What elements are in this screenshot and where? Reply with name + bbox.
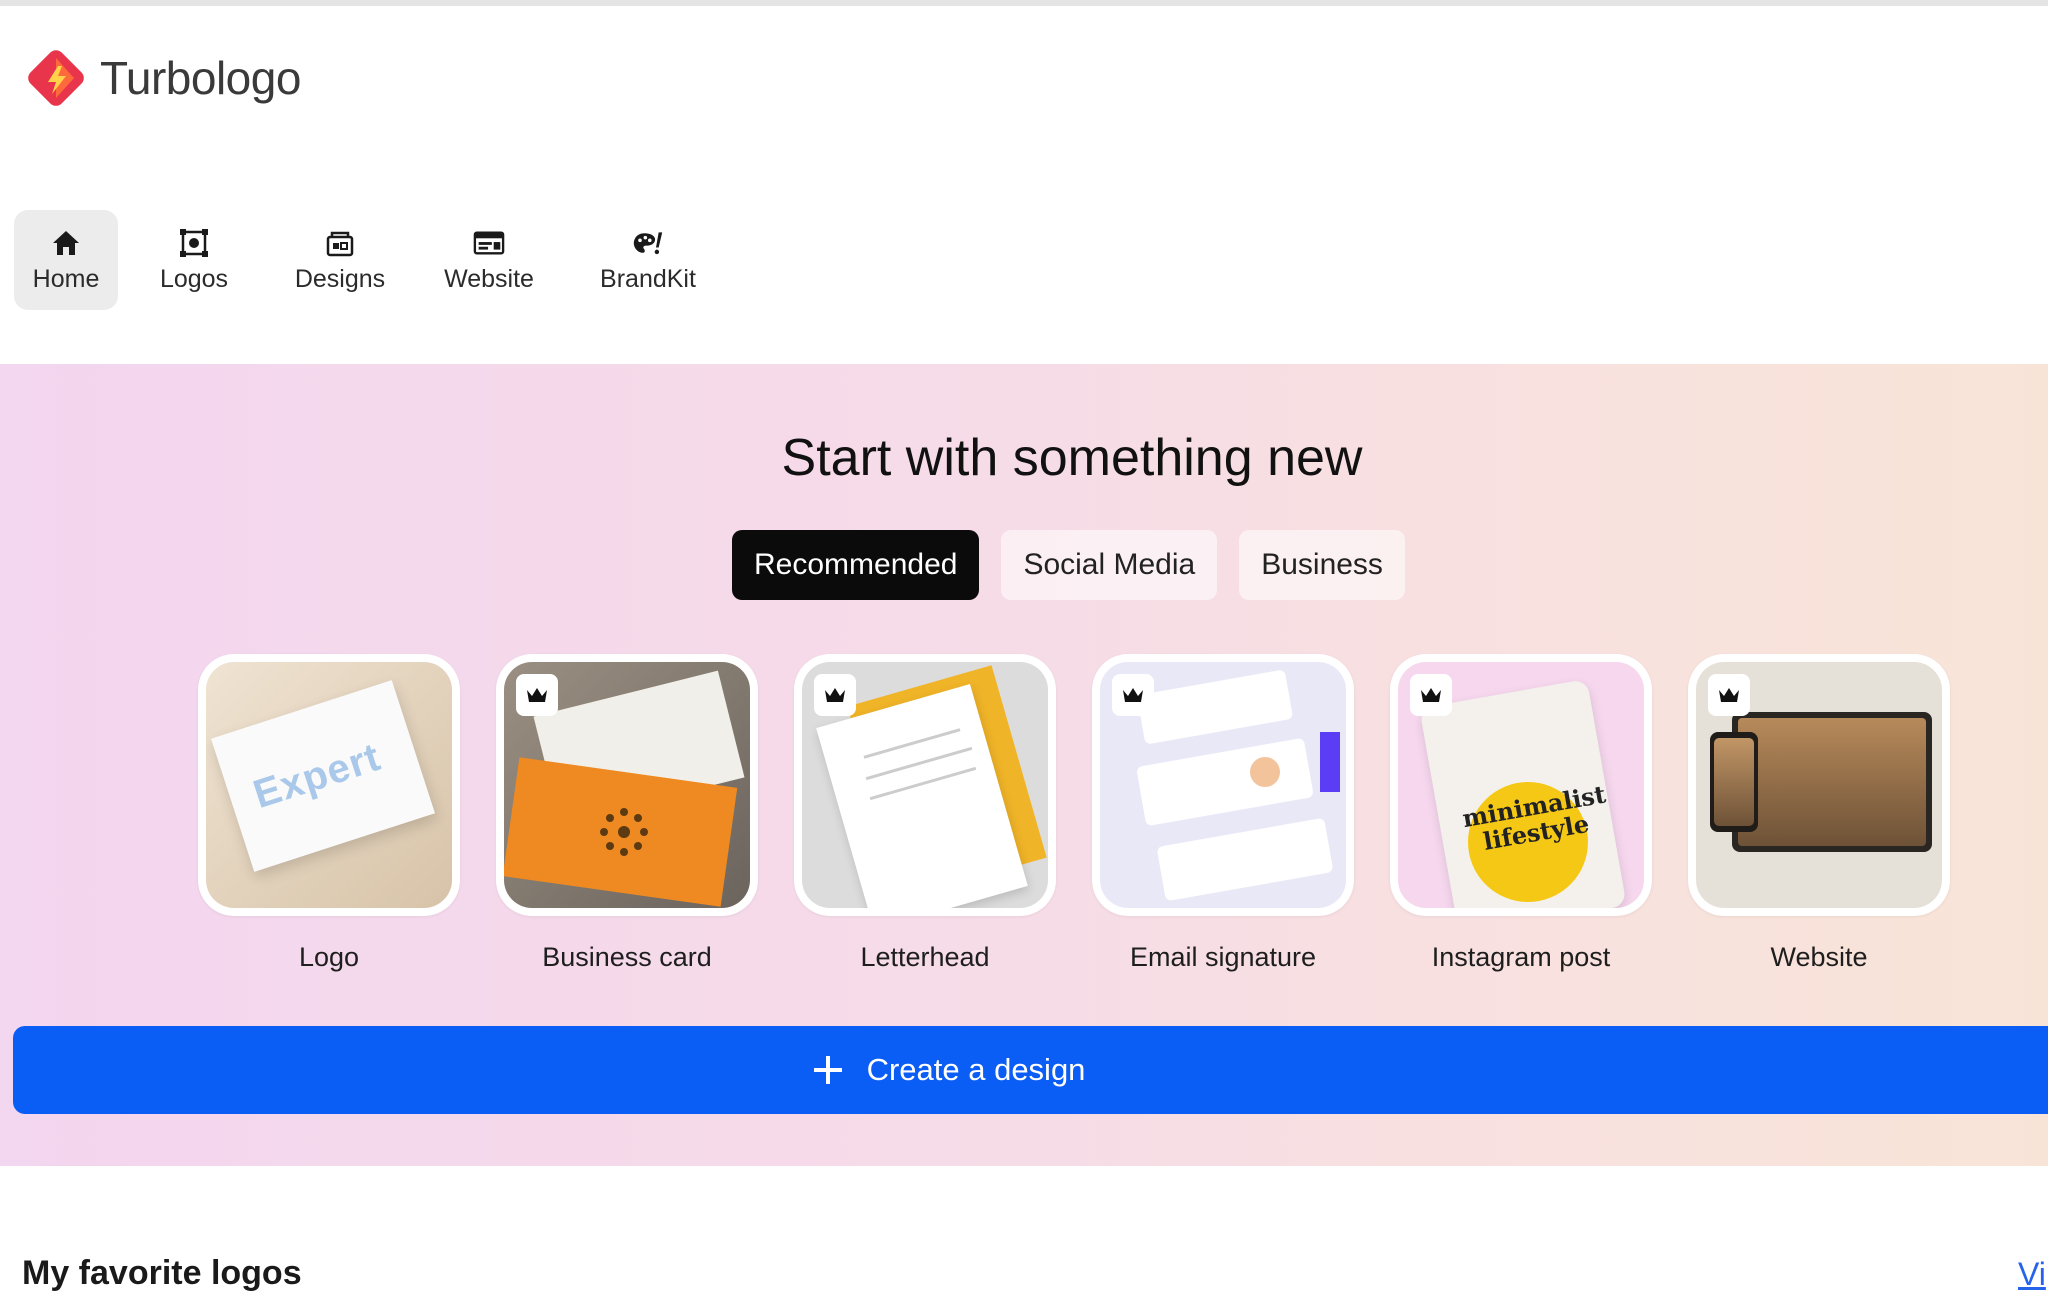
- designs-icon: [324, 227, 356, 259]
- logo-mockup-thumbnail: Expert: [206, 662, 452, 908]
- card-letterhead[interactable]: Letterhead: [794, 654, 1056, 973]
- card-thumbnail: [496, 654, 758, 916]
- card-thumbnail: [794, 654, 1056, 916]
- main-nav: Home Logos Designs Website BrandKit: [14, 210, 718, 310]
- nav-item-website[interactable]: Website: [424, 210, 554, 310]
- card-email-signature[interactable]: Email signature: [1092, 654, 1354, 973]
- letterhead-thumbnail: [802, 662, 1048, 908]
- section-title: Start with something new: [781, 429, 1363, 487]
- card-label: Email signature: [1129, 942, 1317, 972]
- tab-recommended[interactable]: Recommended: [732, 530, 980, 600]
- card-label: Letterhead: [860, 942, 990, 972]
- nav-label-designs: Designs: [294, 264, 386, 293]
- template-cards: Expert Logo Business card Letterhead Ema…: [198, 654, 1986, 973]
- turbologo-logo-icon: [22, 44, 90, 112]
- nav-label-website: Website: [444, 264, 534, 293]
- card-label: Business card: [542, 942, 712, 972]
- website-thumbnail: [1696, 662, 1942, 908]
- nav-label-logos: Logos: [159, 264, 229, 293]
- card-business-card[interactable]: Business card: [496, 654, 758, 973]
- nav-item-designs[interactable]: Designs: [276, 210, 404, 310]
- nav-item-home[interactable]: Home: [14, 210, 118, 310]
- premium-crown-icon: [1112, 674, 1154, 716]
- category-tabs: Recommended Social Media Business: [732, 530, 1427, 600]
- card-thumbnail: Expert: [198, 654, 460, 916]
- email-signature-thumbnail: [1100, 662, 1346, 908]
- card-instagram-post[interactable]: minimalist lifestyle Instagram post: [1390, 654, 1652, 973]
- business-card-thumbnail: [504, 662, 750, 908]
- card-website[interactable]: Website: [1688, 654, 1950, 973]
- card-label: Website: [1770, 942, 1868, 972]
- card-thumbnail: [1688, 654, 1950, 916]
- tab-social-media[interactable]: Social Media: [1001, 530, 1218, 600]
- card-thumbnail: [1092, 654, 1354, 916]
- start-new-section: Start with something new Recommended Soc…: [0, 364, 2048, 1166]
- nav-label-home: Home: [32, 264, 100, 293]
- brandkit-icon: [632, 227, 664, 259]
- card-logo[interactable]: Expert Logo: [198, 654, 460, 973]
- premium-crown-icon: [814, 674, 856, 716]
- premium-crown-icon: [516, 674, 558, 716]
- nav-label-brandkit: BrandKit: [600, 264, 696, 293]
- nav-item-logos[interactable]: Logos: [130, 210, 258, 310]
- card-label: Logo: [298, 942, 360, 972]
- brand-name: Turbologo: [100, 52, 301, 104]
- card-thumbnail: minimalist lifestyle: [1390, 654, 1652, 916]
- instagram-post-thumbnail: minimalist lifestyle: [1398, 662, 1644, 908]
- nav-item-brandkit[interactable]: BrandKit: [578, 210, 718, 310]
- view-all-link[interactable]: Vi: [2018, 1256, 2046, 1293]
- brand[interactable]: Turbologo: [22, 42, 301, 114]
- premium-crown-icon: [1410, 674, 1452, 716]
- home-icon: [50, 227, 82, 259]
- tab-business[interactable]: Business: [1239, 530, 1405, 600]
- create-design-button[interactable]: Create a design: [13, 1026, 2048, 1114]
- card-label: Instagram post: [1431, 942, 1611, 972]
- create-design-label: Create a design: [866, 1052, 1086, 1087]
- premium-crown-icon: [1708, 674, 1750, 716]
- website-icon: [473, 227, 505, 259]
- logos-icon: [178, 227, 210, 259]
- favorites-heading: My favorite logos: [22, 1254, 302, 1292]
- plus-icon: [811, 1053, 845, 1087]
- top-divider: [0, 0, 2048, 6]
